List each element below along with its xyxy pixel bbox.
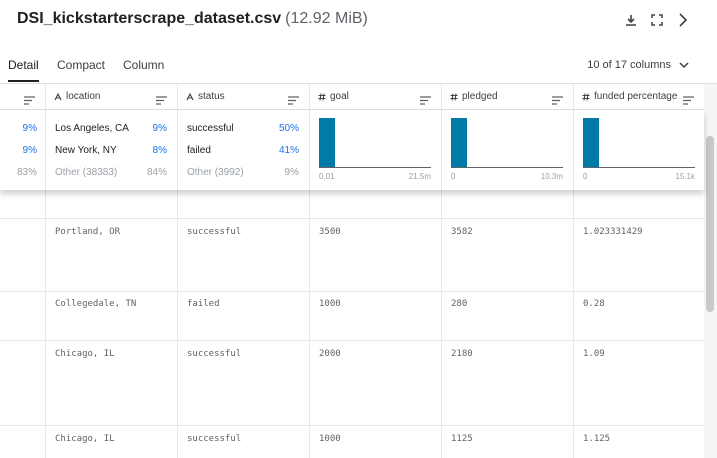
summary-pct: 9% [22,145,37,156]
column-divider [177,110,178,190]
summary-pct: 9% [152,123,167,134]
summary-pct: 9% [22,123,37,134]
file-size: (12.92 MiB) [285,10,368,27]
column-divider [309,110,310,190]
summary-label: Los Angeles, CA [55,123,129,134]
cell-location[interactable]: Chicago, IL [55,434,115,444]
cell-pledged[interactable]: 3582 [451,227,473,237]
column-summary-band: 9% 9% 83% Los Angeles, CA 9% New York, N… [0,110,704,190]
cell-goal[interactable]: 1000 [319,434,341,444]
vertical-scrollbar[interactable] [704,84,717,458]
tab-detail[interactable]: Detail [8,58,39,82]
scrollbar-thumb[interactable] [706,136,714,312]
summary-label: successful [187,123,234,134]
row-divider [0,425,704,426]
histogram-min-label: 0 [583,172,588,181]
summary-label: Other (3992) [187,167,244,178]
cell-goal[interactable]: 1000 [319,299,341,309]
cell-goal[interactable]: 3500 [319,227,341,237]
cell-pledged[interactable]: 1125 [451,434,473,444]
funded-percentage-histogram: 0 15.1k [583,118,695,181]
column-count-label: 10 of 17 columns [587,59,671,71]
cell-funded-percentage[interactable]: 1.023331429 [583,227,643,237]
chevron-right-icon[interactable] [675,10,691,30]
cell-status[interactable]: successful [187,227,241,237]
histogram-max-label: 21.5m [408,172,431,181]
row-divider [0,218,704,219]
cell-goal[interactable]: 2000 [319,349,341,359]
cell-funded-percentage[interactable]: 0.28 [583,299,605,309]
data-grid: location status goal pledged funded perc… [0,84,704,458]
tab-compact[interactable]: Compact [57,58,105,80]
cell-location[interactable]: Chicago, IL [55,349,115,359]
column-count-dropdown[interactable]: 10 of 17 columns [587,59,689,71]
cell-status[interactable]: successful [187,434,241,444]
cell-pledged[interactable]: 280 [451,299,467,309]
histogram-bar [451,118,467,168]
summary-pct: 83% [16,167,37,178]
summary-pct: 8% [152,145,167,156]
histogram-max-label: 15.1k [675,172,695,181]
cell-pledged[interactable]: 2180 [451,349,473,359]
summary-pct: 50% [278,123,299,134]
cell-location[interactable]: Collegedale, TN [55,299,136,309]
view-tabs: Detail Compact Column 10 of 17 columns [0,50,717,84]
file-name: DSI_kickstarterscrape_dataset.csv [17,10,282,27]
cell-location[interactable]: Portland, OR [55,227,120,237]
chevron-down-icon [679,62,689,69]
file-title: DSI_kickstarterscrape_dataset.csv (12.92 … [17,10,368,28]
summary-label: New York, NY [55,145,117,156]
goal-histogram: 0.01 21.5m [319,118,431,181]
column-divider [45,110,46,190]
file-header: DSI_kickstarterscrape_dataset.csv (12.92 … [0,0,717,40]
cell-status[interactable]: successful [187,349,241,359]
cell-funded-percentage[interactable]: 1.09 [583,349,605,359]
download-icon[interactable] [623,10,639,30]
histogram-min-label: 0 [451,172,456,181]
summary-pct: 41% [278,145,299,156]
row-divider [0,291,704,292]
column-divider [573,110,574,190]
tab-column[interactable]: Column [123,58,164,80]
histogram-bar [319,118,335,168]
pledged-histogram: 0 10.3m [451,118,563,181]
summary-label: failed [187,145,211,156]
cell-status[interactable]: failed [187,299,220,309]
column-divider [441,110,442,190]
histogram-bar [583,118,599,168]
summary-pct: 84% [146,167,167,178]
cell-funded-percentage[interactable]: 1.125 [583,434,610,444]
histogram-max-label: 10.3m [540,172,563,181]
row-divider [0,340,704,341]
histogram-axis [583,167,695,168]
histogram-axis [319,167,431,168]
histogram-axis [451,167,563,168]
expand-icon[interactable] [649,10,665,30]
histogram-min-label: 0.01 [319,172,335,181]
summary-label: Other (38383) [55,167,118,178]
summary-pct: 9% [284,167,299,178]
